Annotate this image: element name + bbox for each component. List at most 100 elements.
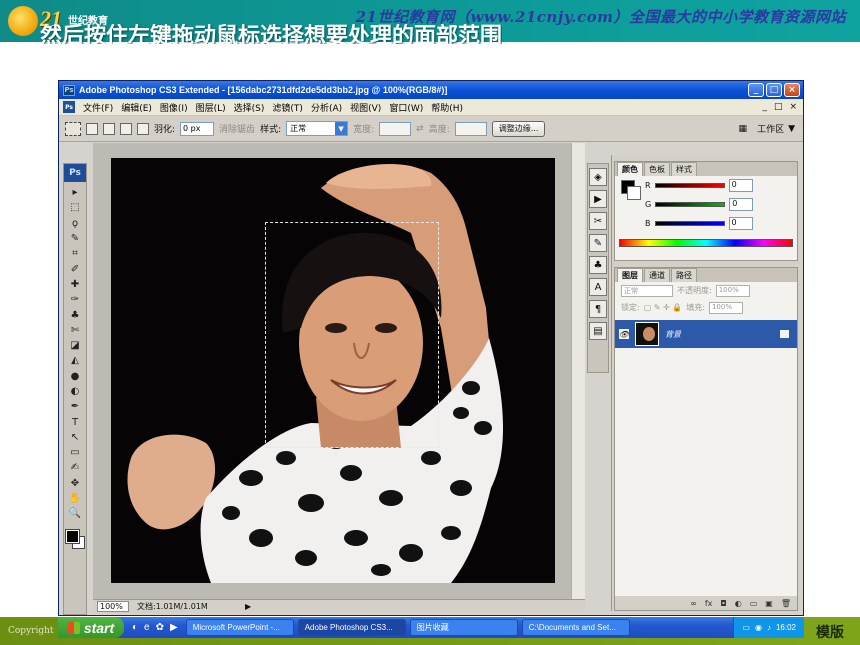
color-bg-swatch[interactable]	[627, 186, 641, 200]
lock-options-icon[interactable]: ▢ ✎ ✛ 🔒	[644, 303, 683, 312]
menu-file[interactable]: 文件(F)	[79, 101, 117, 114]
width-input[interactable]	[379, 121, 412, 136]
menu-image[interactable]: 图像(I)	[156, 101, 192, 114]
media-player-icon[interactable]: ▶	[170, 622, 178, 633]
close-button[interactable]: ×	[784, 83, 800, 97]
tab-layers[interactable]: 图层	[617, 268, 643, 282]
opacity-input[interactable]: 100%	[715, 284, 750, 297]
task-pictures[interactable]: 图片收藏	[409, 619, 518, 636]
lasso-tool-icon[interactable]: ϙ	[64, 216, 86, 231]
path-select-tool-icon[interactable]: ↖	[64, 430, 86, 445]
subtract-selection-icon[interactable]	[120, 122, 132, 135]
doc-info[interactable]: 文档:1.01M/1.01M	[137, 601, 237, 612]
toolbox-ps-badge[interactable]: Ps	[64, 164, 86, 182]
add-selection-icon[interactable]	[103, 122, 115, 135]
visibility-eye-icon[interactable]: 👁	[619, 329, 629, 339]
doc-restore-button[interactable]: □	[774, 102, 783, 112]
move-tool-icon[interactable]: ▸	[64, 185, 86, 200]
eraser-tool-icon[interactable]: ◪	[64, 338, 86, 353]
feather-input[interactable]	[180, 121, 215, 136]
swap-icon[interactable]: ⇄	[416, 124, 424, 134]
adjustment-layer-icon[interactable]: ◐	[735, 599, 742, 608]
document-photo[interactable]	[111, 158, 555, 583]
brushes-icon[interactable]: ✎	[589, 234, 607, 252]
canvas-scrollbar[interactable]	[571, 143, 585, 599]
paragraph-icon[interactable]: ¶	[589, 300, 607, 318]
channel-blue-slider[interactable]	[654, 221, 725, 226]
eyedropper-tool-icon[interactable]: ✥	[64, 476, 86, 491]
channel-green-value[interactable]: 0	[729, 198, 754, 211]
dodge-tool-icon[interactable]: ◐	[64, 384, 86, 399]
task-explorer[interactable]: C:\Documents and Set...	[521, 619, 630, 636]
pen-tool-icon[interactable]: ✒	[64, 399, 86, 414]
internet-explorer-icon[interactable]: e	[144, 622, 150, 633]
start-button[interactable]: start	[58, 617, 124, 638]
notes-tool-icon[interactable]: ✍	[64, 460, 86, 475]
delete-layer-icon[interactable]: 🗑	[781, 599, 791, 608]
channel-blue-value[interactable]: 0	[728, 217, 753, 230]
zoom-level[interactable]: 100%	[97, 601, 129, 612]
tray-network-icon[interactable]: ◉	[755, 623, 762, 632]
refine-edge-button[interactable]: 调整边缘...	[491, 120, 546, 137]
blend-mode-select[interactable]: 正常	[621, 284, 673, 297]
layer-comps-icon[interactable]: ▤	[589, 322, 607, 340]
actions-icon[interactable]: ▶	[589, 190, 607, 208]
messenger-icon[interactable]: ✿	[156, 622, 164, 633]
menu-analysis[interactable]: 分析(A)	[307, 101, 346, 114]
hand-tool-icon[interactable]: ✋	[64, 491, 86, 506]
layer-style-icon[interactable]: fx	[705, 599, 713, 608]
window-titlebar[interactable]: Ps Adobe Photoshop CS3 Extended - [156da…	[59, 81, 803, 99]
bridge-icon[interactable]: ▦	[739, 124, 748, 134]
tab-paths[interactable]: 路径	[671, 268, 697, 282]
clock[interactable]: 16:02	[776, 623, 796, 632]
tools-preset-icon[interactable]: ✂	[589, 212, 607, 230]
shape-tool-icon[interactable]: ▭	[64, 445, 86, 460]
ps-menu-icon[interactable]: Ps	[63, 101, 75, 113]
new-selection-icon[interactable]	[86, 122, 98, 135]
menu-filter[interactable]: 滤镜(T)	[268, 101, 307, 114]
menu-edit[interactable]: 编辑(E)	[117, 101, 156, 114]
foreground-color-swatch[interactable]	[65, 528, 80, 544]
gradient-tool-icon[interactable]: ◭	[64, 353, 86, 368]
healing-brush-tool-icon[interactable]: ✚	[64, 277, 86, 292]
style-select[interactable]: 正常 ▼	[286, 121, 349, 136]
character-icon[interactable]: A	[589, 278, 607, 296]
tab-styles[interactable]: 样式	[671, 162, 697, 176]
doc-close-button[interactable]: ×	[789, 102, 797, 112]
menu-select[interactable]: 选择(S)	[230, 101, 269, 114]
navigator-icon[interactable]: ◈	[589, 168, 607, 186]
type-tool-icon[interactable]: T	[64, 414, 86, 429]
tab-color[interactable]: 颜色	[617, 162, 643, 176]
layer-mask-icon[interactable]: ◘	[720, 599, 726, 608]
intersect-selection-icon[interactable]	[137, 122, 149, 135]
tab-swatches[interactable]: 色板	[644, 162, 670, 176]
fill-input[interactable]: 100%	[708, 301, 743, 314]
doc-minimize-button[interactable]: _	[762, 102, 767, 112]
height-input[interactable]	[454, 121, 487, 136]
minimize-button[interactable]: _	[748, 83, 764, 97]
task-photoshop[interactable]: Adobe Photoshop CS3...	[297, 619, 406, 636]
menu-layer[interactable]: 图层(L)	[192, 101, 230, 114]
marquee-tool-icon[interactable]: ⬚	[64, 200, 86, 215]
channel-green-slider[interactable]	[655, 202, 726, 207]
show-desktop-icon[interactable]: ◐	[132, 622, 138, 633]
menu-window[interactable]: 窗口(W)	[385, 101, 427, 114]
channel-red-slider[interactable]	[654, 183, 725, 188]
blur-tool-icon[interactable]: ●	[64, 369, 86, 384]
clone-source-icon[interactable]: ♣	[589, 256, 607, 274]
layer-row-background[interactable]: 👁 背景	[615, 320, 797, 348]
channel-red-value[interactable]: 0	[728, 179, 753, 192]
antialias-checkbox[interactable]: 消除锯齿	[219, 122, 255, 135]
new-group-icon[interactable]: ▭	[750, 599, 758, 608]
slice-tool-icon[interactable]: ✐	[64, 261, 86, 276]
menu-view[interactable]: 视图(V)	[346, 101, 385, 114]
task-powerpoint[interactable]: Microsoft PowerPoint -...	[185, 619, 294, 636]
tab-channels[interactable]: 通道	[644, 268, 670, 282]
document-canvas-area[interactable]	[93, 143, 585, 599]
selection-marquee[interactable]	[265, 222, 439, 448]
workspace-button[interactable]: 工作区 ▼	[757, 122, 795, 136]
new-layer-icon[interactable]: ▣	[765, 599, 773, 608]
tray-volume-icon[interactable]: ♪	[767, 623, 771, 632]
quick-select-tool-icon[interactable]: ✎	[64, 231, 86, 246]
marquee-preset-icon[interactable]	[65, 121, 81, 136]
